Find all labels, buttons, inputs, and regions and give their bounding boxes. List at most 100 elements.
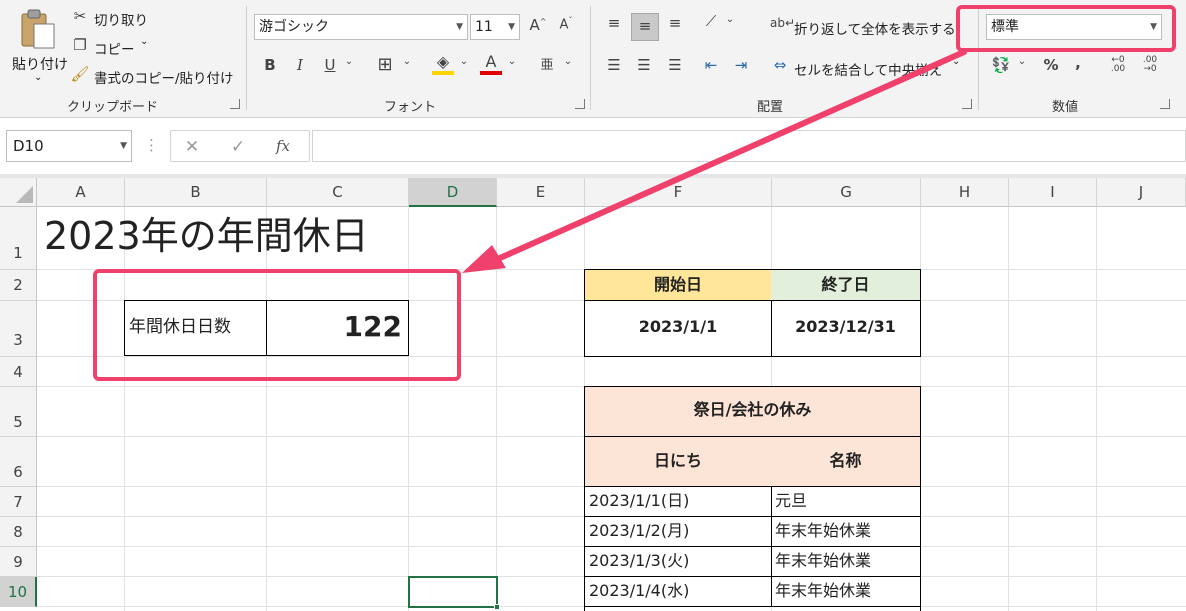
chevron-down-icon[interactable]: ⌄ — [506, 56, 518, 67]
font-color-icon[interactable]: A — [480, 52, 502, 75]
holiday-name-cell[interactable]: 年末年始休業 — [771, 546, 921, 577]
dialog-launcher-icon[interactable] — [575, 99, 585, 109]
font-name-dropdown[interactable]: 游ゴシック ▼ — [254, 14, 468, 40]
end-date-value[interactable]: 2023/12/31 — [771, 300, 921, 357]
phonetic-guide-icon[interactable]: 亜 — [538, 54, 556, 73]
align-top-icon[interactable]: ≡ — [603, 14, 625, 32]
align-left-icon[interactable]: ☰ — [603, 56, 625, 74]
gridline — [266, 207, 267, 611]
cut-label: 切り取り — [94, 13, 148, 29]
row-header-1[interactable]: 1 — [0, 207, 37, 270]
caret-down-icon: ▼ — [456, 22, 463, 32]
underline-icon[interactable]: U — [320, 56, 340, 74]
paintbrush-icon: 🖌 — [70, 65, 90, 83]
merge-center-button[interactable]: ⇔ セルを結合して中央揃え ⌄ — [770, 56, 965, 80]
caret-down-icon: ▼ — [508, 22, 515, 32]
align-center-icon[interactable]: ☰ — [633, 56, 655, 74]
fill-color-icon[interactable]: ◈ — [432, 52, 454, 75]
column-header-d[interactable]: D — [409, 178, 497, 207]
chevron-down-icon[interactable]: ⌄ — [1016, 56, 1028, 67]
align-middle-icon[interactable]: ≡ — [631, 13, 659, 41]
row-header-9[interactable]: 9 — [0, 547, 37, 577]
row-header-6[interactable]: 6 — [0, 437, 37, 487]
font-size-value: 11 — [475, 19, 493, 35]
copy-label: コピー — [94, 42, 135, 58]
format-painter-button[interactable]: 🖌 書式のコピー/貼り付け — [70, 65, 235, 87]
holiday-date-cell[interactable]: 2023/1/3(火) — [584, 546, 772, 577]
chevron-down-icon[interactable]: ⌄ — [458, 56, 470, 67]
row-header-10[interactable]: 10 — [0, 577, 37, 607]
row-header-8[interactable]: 8 — [0, 517, 37, 547]
caret-down-icon: ▼ — [120, 141, 127, 151]
row-header-2[interactable]: 2 — [0, 270, 37, 301]
copy-button[interactable]: ❐ コピー ⌄ — [70, 36, 160, 58]
holiday-date-cell[interactable]: 2023/1/1(日) — [584, 486, 772, 517]
cancel-icon[interactable]: ✕ — [181, 137, 203, 157]
decrease-font-size-icon[interactable]: Aˇ — [556, 16, 576, 32]
paste-button[interactable]: 貼り付け ⌄ — [6, 6, 68, 86]
percent-icon[interactable]: % — [1040, 56, 1062, 74]
column-header-g[interactable]: G — [772, 178, 921, 207]
chevron-down-icon[interactable]: ⌄ — [401, 56, 413, 67]
holidays-table-header[interactable]: 祭日/会社の休み — [584, 386, 921, 437]
bold-icon[interactable]: B — [260, 56, 280, 74]
align-bottom-icon[interactable]: ≡ — [664, 14, 686, 32]
select-all-corner[interactable] — [0, 178, 37, 207]
row-header-3[interactable]: 3 — [0, 301, 37, 357]
align-right-icon[interactable]: ☰ — [664, 56, 686, 74]
chevron-down-icon[interactable]: ⌄ — [724, 14, 736, 25]
holiday-date-cell[interactable]: 2023/1/2(月) — [584, 516, 772, 547]
chevron-down-icon[interactable]: ⌄ — [343, 56, 355, 67]
format-painter-label: 書式のコピー/貼り付け — [94, 71, 234, 87]
wrap-text-label: 折り返して全体を表示する — [794, 22, 956, 38]
start-date-value[interactable]: 2023/1/1 — [584, 300, 772, 357]
start-date-header[interactable]: 開始日 — [584, 269, 772, 301]
row-header-7[interactable]: 7 — [0, 487, 37, 517]
increase-decimal-icon[interactable]: ←0.00 — [1106, 56, 1130, 74]
column-header-j[interactable]: J — [1097, 178, 1186, 207]
paste-label: 貼り付け — [12, 57, 68, 73]
column-header-h[interactable]: H — [921, 178, 1009, 207]
decrease-decimal-icon[interactable]: .00 →0 — [1138, 56, 1162, 74]
cut-button[interactable]: ✂ 切り取り — [70, 7, 160, 29]
row-header-5[interactable]: 5 — [0, 387, 37, 437]
dialog-launcher-icon[interactable] — [1160, 99, 1170, 109]
holiday-date-cell[interactable]: 2023/1/4(水) — [584, 576, 772, 607]
holiday-name-cell[interactable]: 年末年始休業 — [771, 516, 921, 547]
holiday-name-cell[interactable]: 元旦 — [771, 486, 921, 517]
enter-icon[interactable]: ✓ — [227, 137, 249, 157]
italic-icon[interactable]: I — [290, 56, 310, 74]
fill-handle[interactable] — [494, 604, 500, 610]
merge-center-label: セルを結合して中央揃え — [794, 63, 943, 79]
column-header-b[interactable]: B — [125, 178, 267, 207]
font-size-dropdown[interactable]: 11 ▼ — [470, 14, 520, 40]
accounting-format-icon[interactable]: 💱 — [990, 56, 1012, 74]
chevron-down-icon: ⌄ — [34, 72, 43, 83]
increase-indent-icon[interactable]: ⇥ — [730, 56, 752, 74]
sheet-title[interactable]: 2023年の年間休日 — [44, 209, 564, 267]
end-date-header[interactable]: 終了日 — [771, 269, 921, 301]
dialog-launcher-icon[interactable] — [962, 99, 972, 109]
chevron-down-icon[interactable]: ⌄ — [562, 56, 574, 67]
selected-cell-d10[interactable] — [408, 576, 498, 608]
dialog-launcher-icon[interactable] — [230, 99, 240, 109]
column-header-e[interactable]: E — [497, 178, 585, 207]
borders-icon[interactable]: ⊞ — [374, 54, 396, 75]
column-header-a[interactable]: A — [37, 178, 125, 207]
column-header-i[interactable]: I — [1009, 178, 1097, 207]
column-header-c[interactable]: C — [267, 178, 409, 207]
comma-style-icon[interactable]: , — [1070, 54, 1086, 72]
row-header-4[interactable]: 4 — [0, 357, 37, 387]
orientation-icon[interactable]: ⟋ — [700, 12, 722, 30]
column-header-f[interactable]: F — [585, 178, 772, 207]
date-column-header[interactable]: 日にち — [584, 436, 772, 487]
formula-bar: D10 ▼ ⋮ ✕ ✓ fx — [0, 118, 1186, 174]
decrease-indent-icon[interactable]: ⇤ — [700, 56, 722, 74]
increase-font-size-icon[interactable]: A^ — [528, 16, 548, 34]
name-column-header[interactable]: 名称 — [771, 436, 921, 487]
formula-input[interactable] — [312, 130, 1186, 162]
name-box[interactable]: D10 ▼ — [6, 130, 132, 162]
wrap-text-button[interactable]: ab↵ 折り返して全体を表示する — [770, 14, 956, 38]
holiday-name-cell[interactable]: 年末年始休業 — [771, 576, 921, 607]
insert-function-icon[interactable]: fx — [271, 137, 295, 155]
